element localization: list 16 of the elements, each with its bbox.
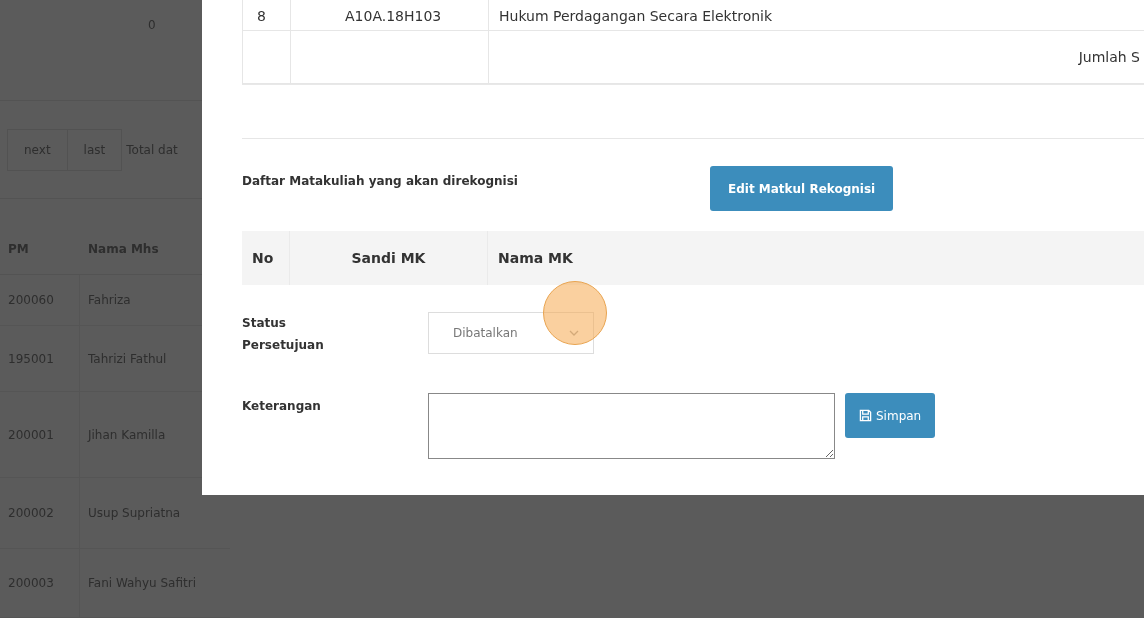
status-select[interactable]: Dibatalkan (428, 312, 594, 354)
field-label: Status Persetujuan (242, 315, 325, 354)
save-icon (859, 409, 872, 422)
table-cell: Hukum Perdagangan Secara Elektronik (488, 0, 1144, 31)
notes-field[interactable] (428, 393, 835, 459)
column-header: Sandi MK (290, 231, 488, 285)
column-header: No (242, 231, 290, 285)
field-label: Keterangan (242, 398, 322, 415)
table-cell: 8 (242, 0, 290, 31)
table-cell: Jumlah S (488, 31, 1144, 84)
section-title: Daftar Matakuliah yang akan direkognisi (242, 174, 519, 188)
chevron-down-icon (569, 330, 579, 336)
column-header: Nama MK (497, 249, 574, 268)
edit-button[interactable]: Edit Matkul Rekognisi (710, 166, 894, 211)
save-button[interactable]: Simpan (845, 393, 936, 438)
table-cell: A10A.18H103 (290, 0, 488, 31)
